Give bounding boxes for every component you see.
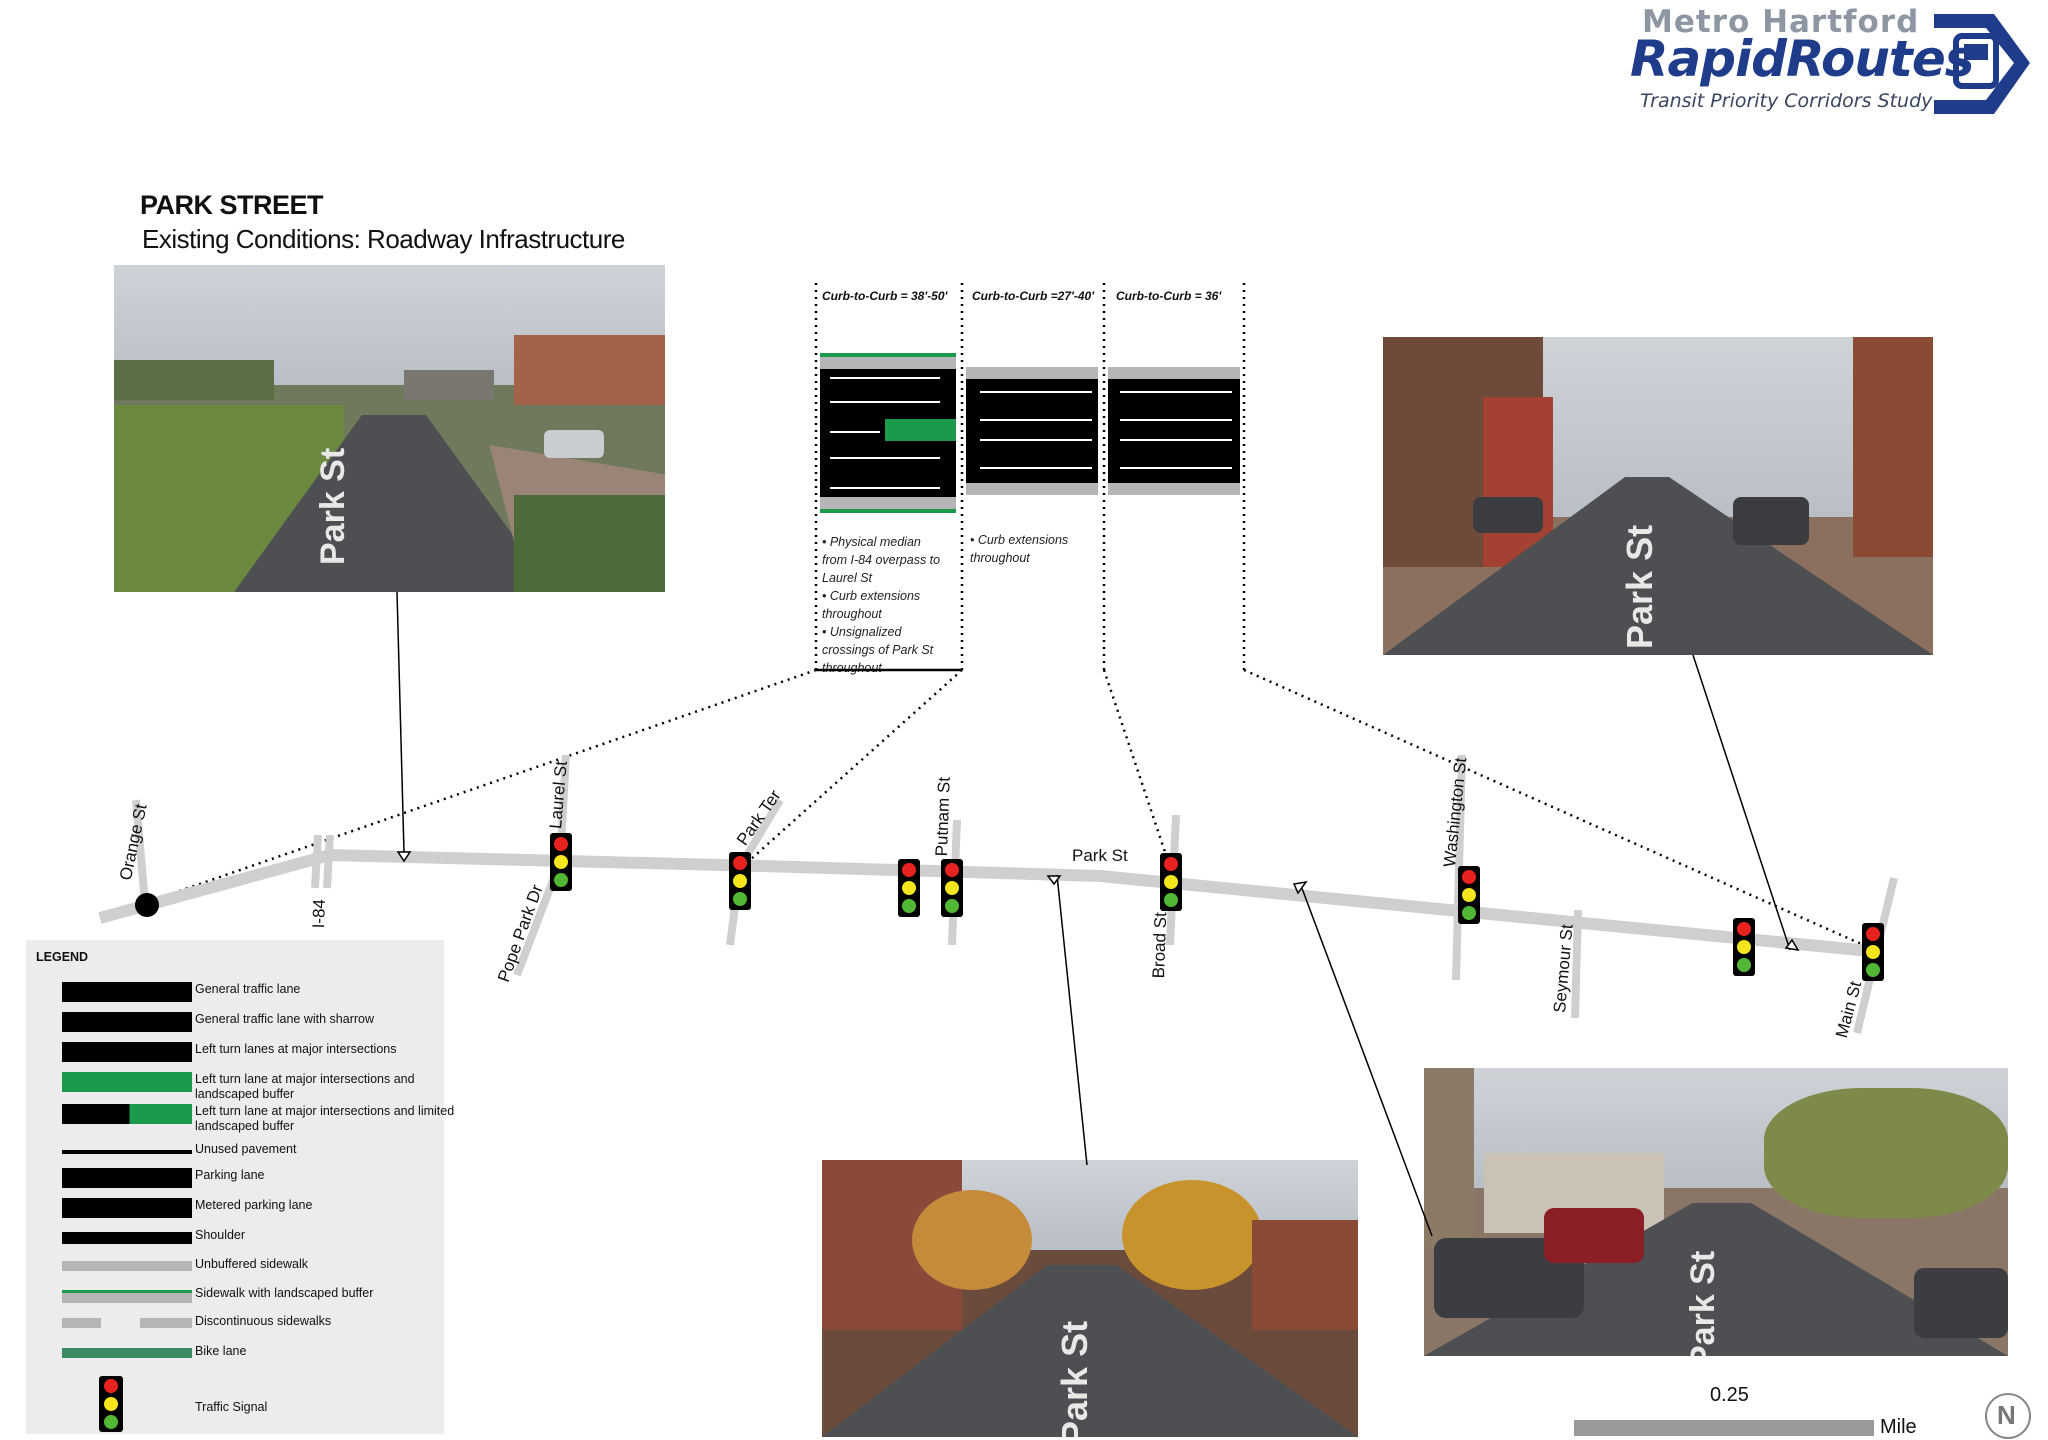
label-putnam-st: Putnam St bbox=[932, 776, 954, 857]
label-i-84: I-84 bbox=[309, 898, 330, 929]
legend-title: LEGEND bbox=[36, 950, 89, 964]
legend-item: Bike lane bbox=[42, 1344, 522, 1370]
legend-item: General traffic lane bbox=[42, 982, 522, 1008]
legend-item: Unbuffered sidewalk bbox=[42, 1257, 522, 1283]
legend: LEGEND General traffic lane General traf… bbox=[26, 940, 454, 1434]
label-park-st: Park St bbox=[1072, 846, 1128, 865]
legend-item: Left turn lane at major intersections an… bbox=[42, 1104, 522, 1133]
scale-unit: Mile bbox=[1880, 1416, 1917, 1438]
label-broad-st: Broad St bbox=[1149, 911, 1171, 979]
scale-value: 0.25 bbox=[1710, 1384, 1749, 1406]
traffic-signals bbox=[550, 833, 1884, 981]
legend-item: General traffic lane with sharrow bbox=[42, 1012, 522, 1038]
legend-item: Left turn lane at major intersections an… bbox=[42, 1072, 522, 1101]
traffic-signal-icon bbox=[99, 1376, 123, 1432]
legend-item: Parking lane bbox=[42, 1168, 522, 1194]
legend-item: Unused pavement bbox=[42, 1142, 522, 1168]
legend-item: Shoulder bbox=[42, 1228, 522, 1254]
legend-item: Metered parking lane bbox=[42, 1198, 522, 1224]
legend-item: Discontinuous sidewalks bbox=[42, 1314, 522, 1340]
north-arrow-icon: N bbox=[1997, 1400, 2016, 1430]
legend-item: Sidewalk with landscaped buffer bbox=[42, 1286, 522, 1312]
legend-item: Left turn lanes at major intersections bbox=[42, 1042, 522, 1068]
legend-item: Traffic Signal bbox=[42, 1376, 522, 1432]
